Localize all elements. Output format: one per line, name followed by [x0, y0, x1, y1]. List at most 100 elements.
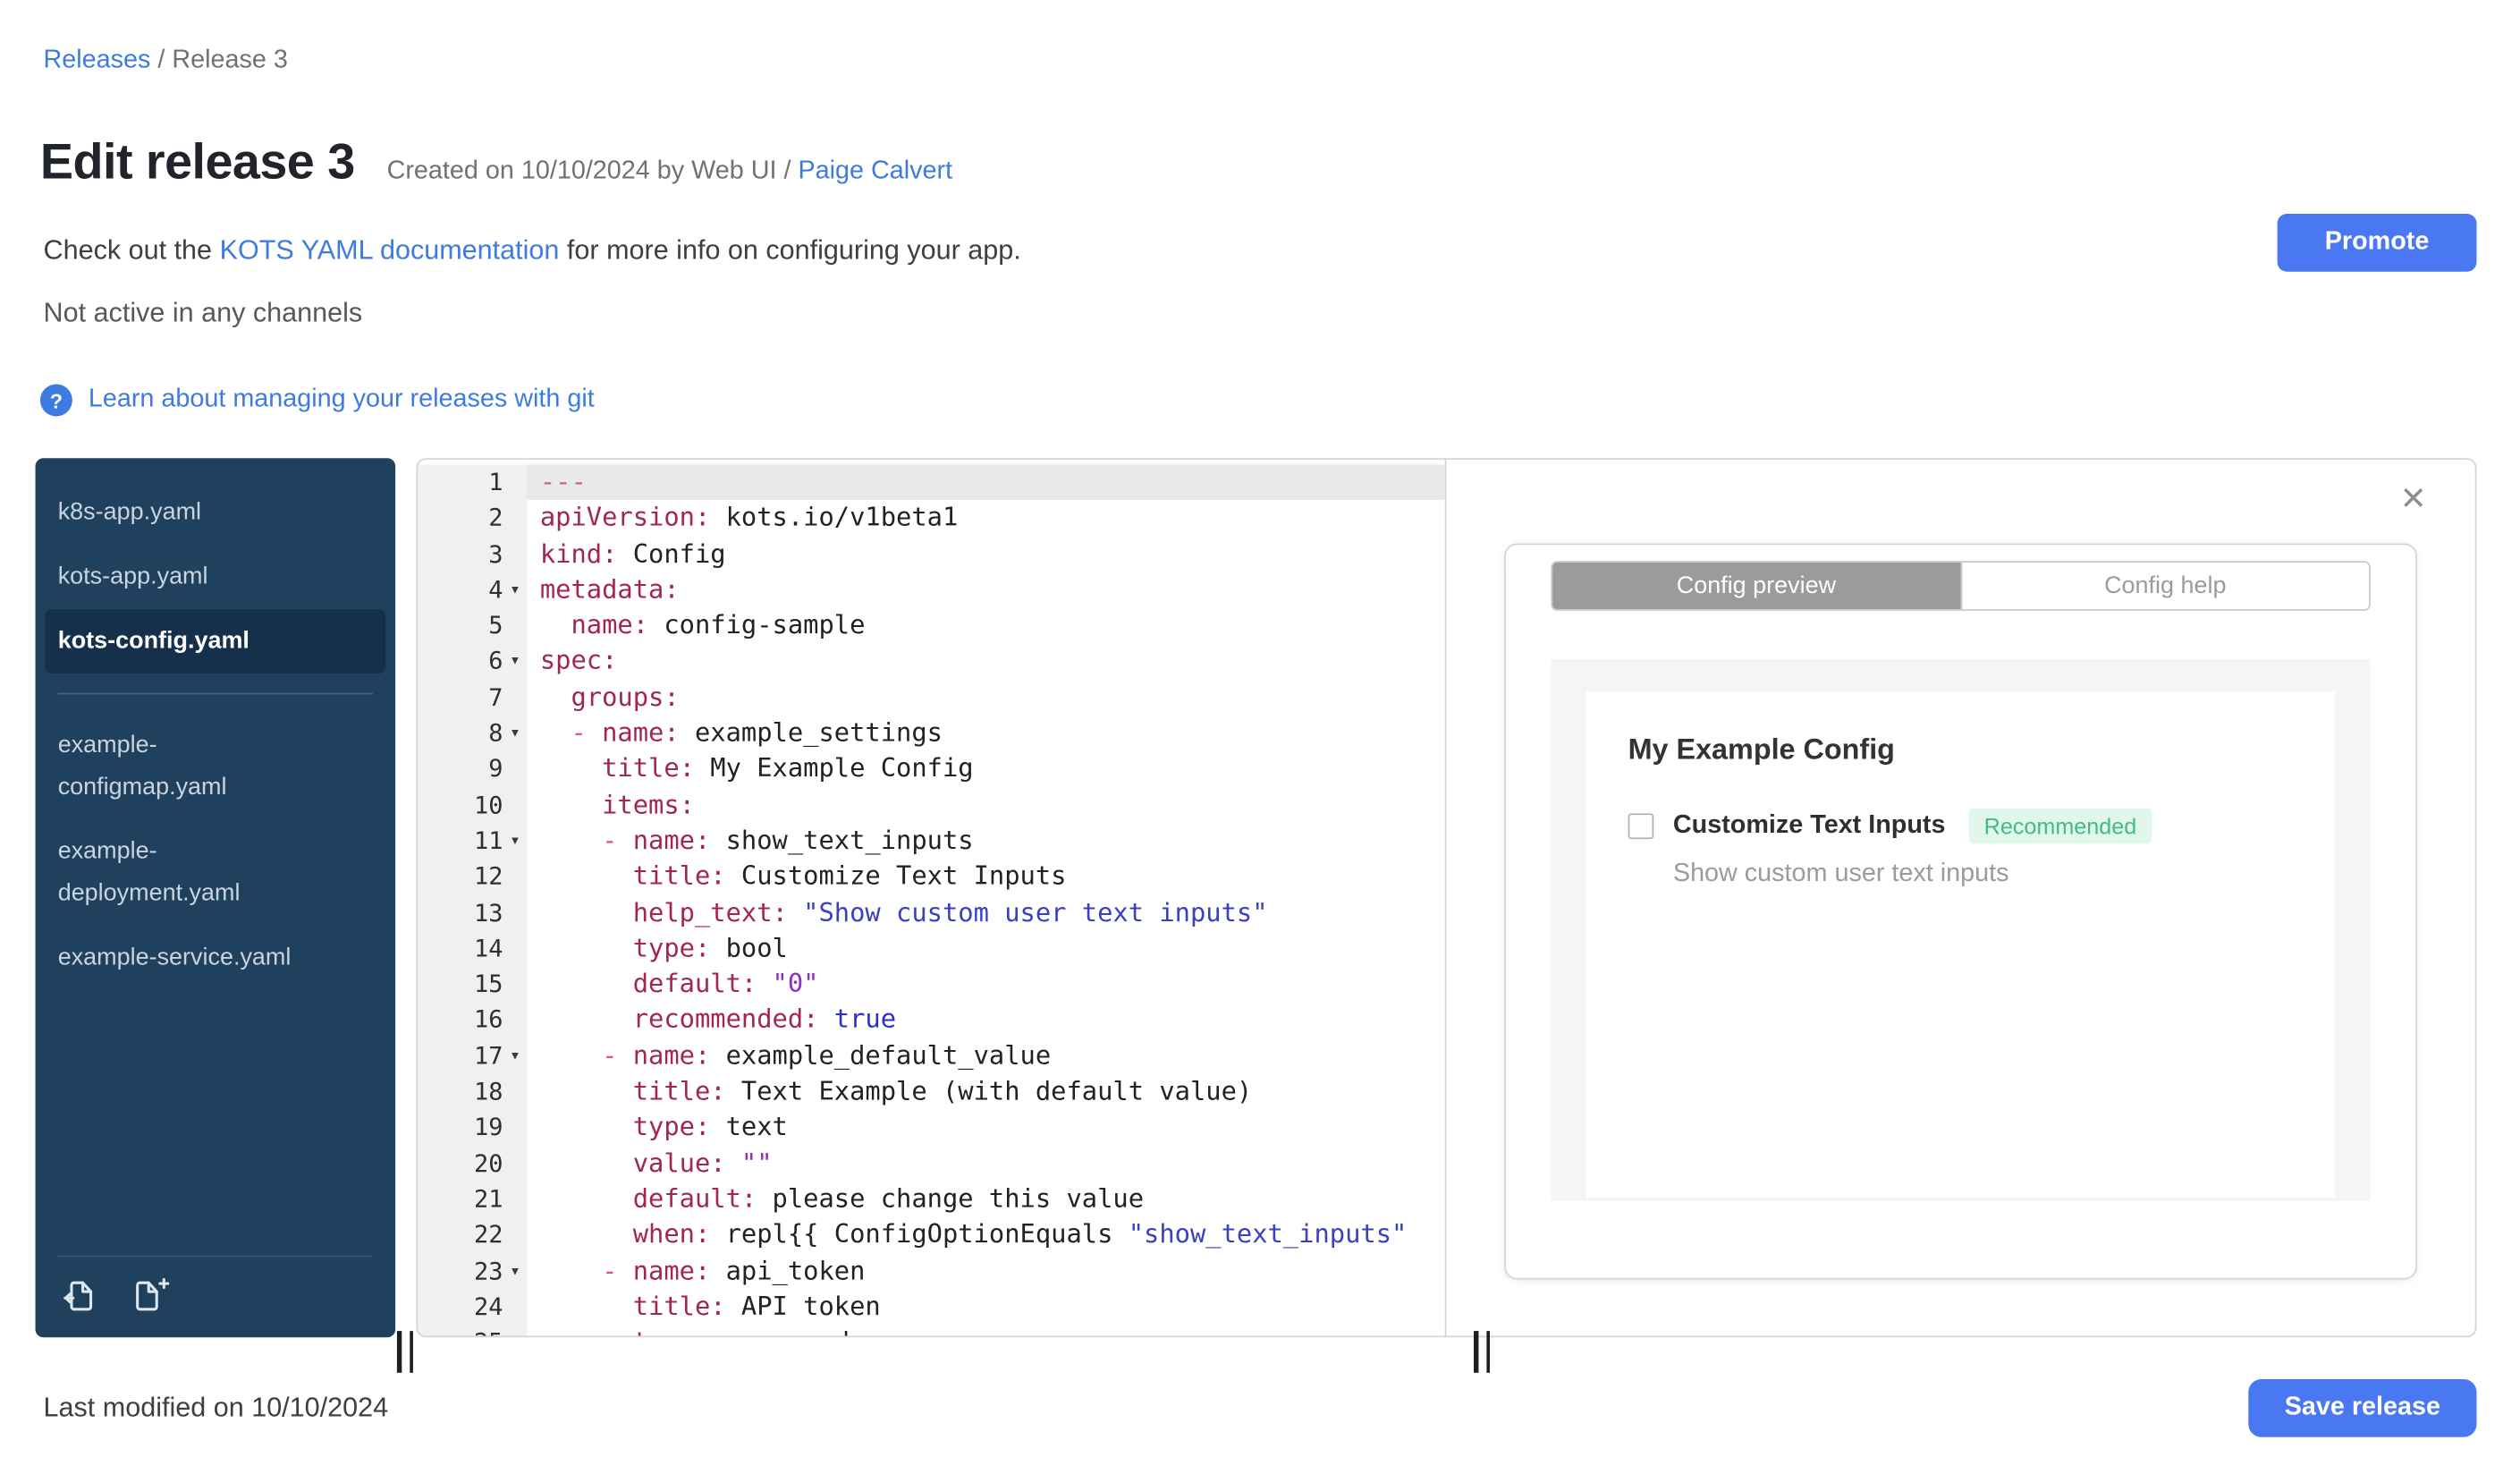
editor-line-1[interactable]: 1 --- [418, 464, 1445, 501]
file-item-example-configmap.yaml[interactable]: example-configmap.yaml [36, 714, 396, 820]
promote-button[interactable]: Promote [2277, 214, 2477, 272]
token-pln: kots.io/v1beta1 [710, 502, 959, 533]
editor-line-18[interactable]: 18 title: Text Example (with default val… [418, 1073, 1444, 1110]
code-line-text[interactable]: items: [527, 787, 1444, 823]
code-line-text[interactable]: - name: example_default_value [527, 1038, 1444, 1074]
editor-line-2[interactable]: 2 apiVersion: kots.io/v1beta1 [418, 500, 1444, 537]
editor-line-8[interactable]: 8 ▾ - name: example_settings [418, 715, 1444, 751]
upload-file-icon[interactable] [61, 1276, 99, 1315]
gutter-cell: 13 [418, 894, 528, 931]
line-number: 1 [488, 467, 503, 497]
new-file-icon[interactable] [129, 1276, 171, 1315]
code-line-text[interactable]: title: My Example Config [527, 751, 1444, 787]
editor-line-3[interactable]: 3 kind: Config [418, 536, 1444, 572]
token-pln: My Example Config [694, 752, 974, 784]
line-number: 18 [474, 1077, 503, 1106]
question-mark-icon[interactable]: ? [39, 384, 72, 417]
code-line-text[interactable]: - name: api_token [527, 1253, 1444, 1289]
file-item-k8s-app.yaml[interactable]: k8s-app.yaml [36, 480, 396, 545]
file-item-kots-app.yaml[interactable]: kots-app.yaml [36, 545, 396, 609]
gutter-cell: 24 [418, 1289, 528, 1326]
fold-arrow-icon[interactable]: ▾ [503, 823, 528, 859]
editor-line-5[interactable]: 5 name: config-sample [418, 607, 1444, 644]
token-key: apiVersion: [539, 502, 711, 533]
file-item-example-service.yaml[interactable]: example-service.yaml [36, 926, 396, 990]
editor-line-9[interactable]: 9 title: My Example Config [418, 750, 1444, 788]
code-line-text[interactable]: title: API token [527, 1289, 1444, 1325]
editor-line-14[interactable]: 14 type: bool [418, 930, 1444, 967]
code-line-text[interactable]: value: "" [527, 1146, 1444, 1182]
token-key: groups: [571, 681, 680, 712]
token-pln [726, 1148, 741, 1178]
fold-arrow-icon[interactable]: ▾ [503, 716, 528, 751]
fold-arrow-icon[interactable]: ▾ [503, 644, 528, 680]
token-dash: - [602, 1039, 633, 1071]
code-line-text[interactable]: help_text: "Show custom user text inputs… [527, 894, 1444, 930]
file-item-kots-config.yaml[interactable]: kots-config.yaml [45, 609, 386, 674]
code-line-text[interactable]: title: Text Example (with default value) [527, 1074, 1444, 1110]
sidebar-resize-handle[interactable] [396, 1331, 413, 1373]
gutter-cell: 22 [418, 1216, 528, 1253]
token-key: name: [632, 1254, 711, 1285]
editor-line-24[interactable]: 24 title: API token [418, 1289, 1444, 1326]
git-releases-help-link[interactable]: Learn about managing your releases with … [89, 385, 595, 414]
kots-yaml-doc-link[interactable]: KOTS YAML documentation [220, 234, 560, 265]
customize-text-inputs-checkbox[interactable] [1628, 813, 1654, 840]
code-editor[interactable]: 1 --- 2 apiVersion: kots.io/v1beta1 3 kind: C… [418, 459, 1447, 1336]
code-line-text[interactable]: apiVersion: kots.io/v1beta1 [527, 500, 1444, 536]
editor-line-21[interactable]: 21 default: please change this value [418, 1181, 1444, 1217]
code-line-text[interactable]: - name: example_settings [527, 716, 1444, 751]
code-line-text[interactable]: metadata: [527, 572, 1444, 608]
editor-line-17[interactable]: 17 ▾ - name: example_default_value [418, 1038, 1444, 1074]
close-icon[interactable]: ✕ [2390, 482, 2437, 518]
preview-tabs: Config preview Config help [1551, 561, 2371, 611]
editor-line-13[interactable]: 13 help_text: "Show custom user text inp… [418, 894, 1444, 931]
line-number: 21 [474, 1184, 503, 1214]
code-line-text[interactable]: name: config-sample [527, 608, 1444, 644]
code-line-text[interactable]: default: please change this value [527, 1182, 1444, 1217]
editor-line-10[interactable]: 10 items: [418, 787, 1444, 824]
config-item-label: Customize Text Inputs [1672, 811, 1946, 840]
code-line-text[interactable]: kind: Config [527, 537, 1444, 572]
token-key: value: [632, 1147, 726, 1178]
editor-line-11[interactable]: 11 ▾ - name: show_text_inputs [418, 823, 1444, 860]
editor-line-25[interactable]: 25 type: password [418, 1325, 1444, 1336]
code-line-text[interactable]: - name: show_text_inputs [527, 823, 1444, 859]
line-number: 7 [488, 682, 503, 712]
code-line-text[interactable]: default: "0" [527, 966, 1444, 1002]
code-line-text[interactable]: recommended: true [527, 1002, 1444, 1038]
code-line-text[interactable]: when: repl{{ ConfigOptionEquals "show_te… [527, 1217, 1444, 1253]
editor-line-16[interactable]: 16 recommended: true [418, 1002, 1444, 1038]
breadcrumb-releases-link[interactable]: Releases [44, 47, 151, 74]
editor-line-20[interactable]: 20 value: "" [418, 1145, 1444, 1182]
line-number: 12 [474, 861, 503, 892]
token-key: title: [632, 1075, 726, 1106]
code-line-text[interactable]: groups: [527, 680, 1444, 716]
config-group-card: My Example Config Customize Text Inputs … [1586, 690, 2336, 1198]
fold-arrow-icon[interactable]: ▾ [503, 1253, 528, 1289]
tab-config-preview[interactable]: Config preview [1552, 563, 1960, 610]
editor-line-4[interactable]: 4 ▾ metadata: [418, 572, 1444, 608]
code-line-text[interactable]: --- [527, 464, 1445, 501]
editor-line-19[interactable]: 19 type: text [418, 1109, 1444, 1146]
file-item-label: example-deployment.yaml [57, 837, 241, 907]
editor-line-23[interactable]: 23 ▾ - name: api_token [418, 1252, 1444, 1290]
code-line-text[interactable]: type: bool [527, 930, 1444, 966]
editor-line-22[interactable]: 22 when: repl{{ ConfigOptionEquals "show… [418, 1216, 1444, 1253]
fold-arrow-icon[interactable]: ▾ [503, 1038, 528, 1074]
code-line-text[interactable]: type: password [527, 1325, 1444, 1336]
editor-resize-handle[interactable] [1474, 1331, 1491, 1373]
save-release-button[interactable]: Save release [2248, 1378, 2477, 1437]
editor-line-7[interactable]: 7 groups: [418, 679, 1444, 716]
code-line-text[interactable]: spec: [527, 644, 1444, 680]
token-pln: text [710, 1111, 788, 1142]
author-link[interactable]: Paige Calvert [798, 157, 952, 185]
editor-line-6[interactable]: 6 ▾ spec: [418, 643, 1444, 680]
editor-line-15[interactable]: 15 default: "0" [418, 966, 1444, 1003]
editor-line-12[interactable]: 12 title: Customize Text Inputs [418, 859, 1444, 895]
code-line-text[interactable]: title: Customize Text Inputs [527, 859, 1444, 894]
tab-config-help[interactable]: Config help [1959, 563, 2370, 610]
code-line-text[interactable]: type: text [527, 1110, 1444, 1146]
file-item-example-deployment.yaml[interactable]: example-deployment.yaml [36, 820, 396, 927]
fold-arrow-icon[interactable]: ▾ [503, 572, 528, 608]
